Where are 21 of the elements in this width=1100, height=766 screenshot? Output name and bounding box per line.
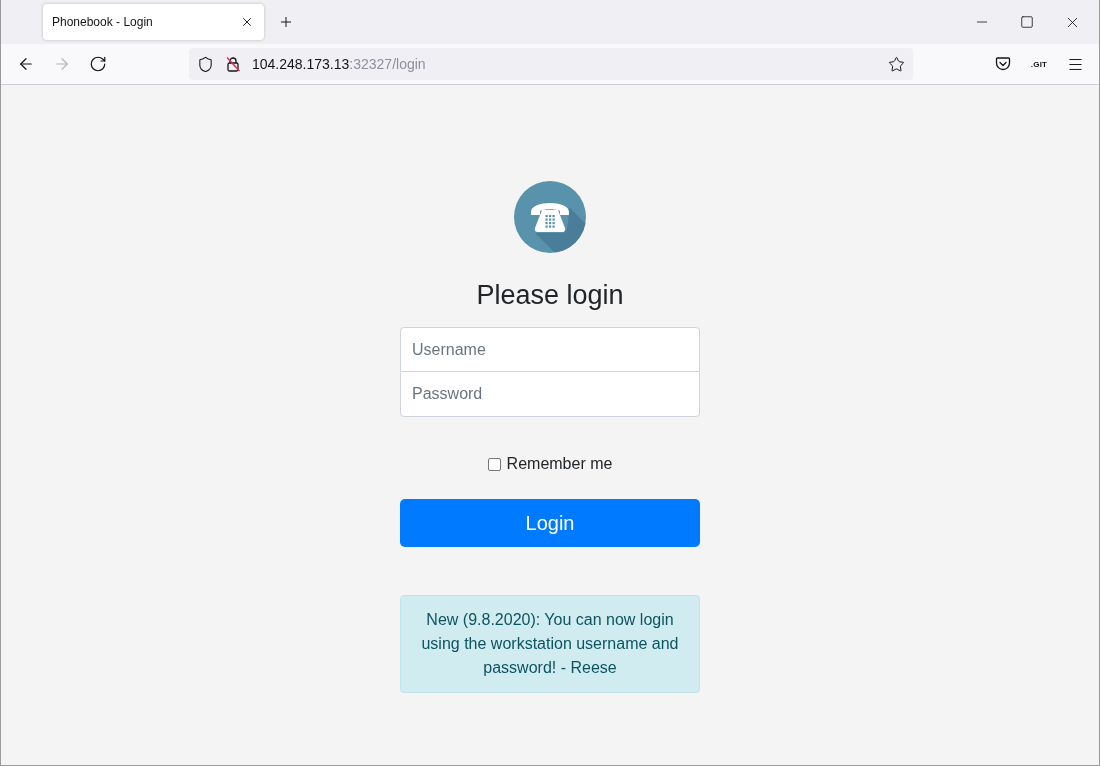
remember-label: Remember me: [506, 455, 613, 474]
bookmark-star-icon[interactable]: [888, 55, 905, 73]
info-notice: New (9.8.2020): You can now login using the workstation username and password! - Reese: [400, 595, 700, 694]
password-field[interactable]: Password: [400, 371, 700, 418]
address-bar[interactable]: 104.248.173.13:32327/login: [189, 48, 913, 80]
browser-tab[interactable]: Phonebook - Login: [43, 4, 264, 40]
shield-icon[interactable]: [197, 55, 214, 73]
insecure-lock-icon[interactable]: [225, 56, 241, 72]
reload-icon[interactable]: [89, 55, 107, 73]
login-button[interactable]: Login: [400, 499, 700, 548]
maximize-icon[interactable]: [1020, 15, 1034, 29]
tab-title: Phonebook - Login: [52, 15, 154, 29]
close-tab-icon[interactable]: [240, 15, 254, 29]
git-extension-button[interactable]: .GIT: [1030, 59, 1048, 69]
username-field[interactable]: Username: [400, 327, 700, 373]
telephone-icon: [514, 181, 586, 253]
new-tab-icon[interactable]: [278, 14, 294, 30]
url-text: 104.248.173.13:32327/login: [252, 56, 427, 72]
remember-checkbox[interactable]: [487, 457, 501, 471]
login-heading: Please login: [476, 279, 624, 312]
pocket-icon[interactable]: [995, 56, 1011, 72]
